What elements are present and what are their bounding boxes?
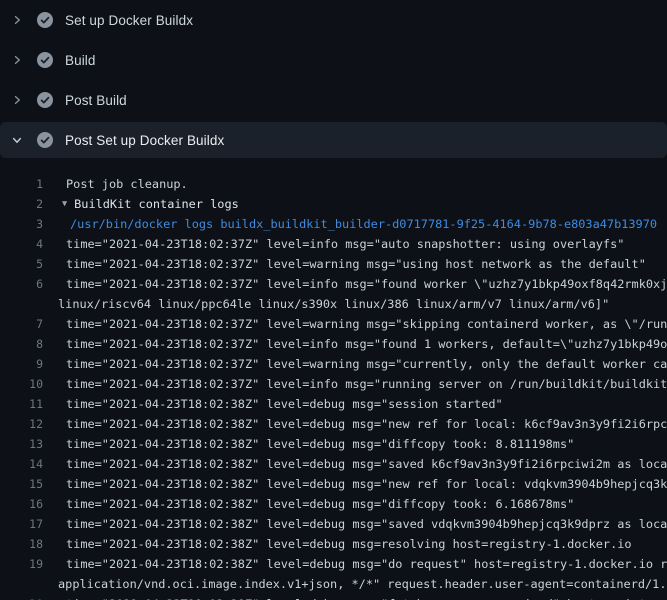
step-build[interactable]: Build [0,42,667,78]
check-circle-icon [37,52,53,68]
log-line: 11 time="2021-04-23T18:02:38Z" level=debu… [0,394,667,414]
log-line: 15 time="2021-04-23T18:02:38Z" level=debu… [0,474,667,494]
log-line: 1 Post job cleanup. [0,174,667,194]
log-text: time="2021-04-23T18:02:37Z" level=info m… [66,377,667,391]
step-post-set-up-docker-buildx[interactable]: Post Set up Docker Buildx [0,122,667,158]
step-title: Set up Docker Buildx [65,13,193,28]
log-text: time="2021-04-23T18:02:38Z" level=debug … [66,457,667,471]
chevron-right-icon [11,54,23,66]
line-number[interactable]: 9 [0,357,43,371]
log-line: 9 time="2021-04-23T18:02:37Z" level=warni… [0,354,667,374]
log-line: 13 time="2021-04-23T18:02:38Z" level=debu… [0,434,667,454]
check-circle-icon [37,92,53,108]
line-number[interactable]: 2 [0,197,43,211]
log-line: application/vnd.oci.image.index.v1+json,… [0,574,667,594]
line-number[interactable]: 10 [0,377,43,391]
line-number[interactable]: 11 [0,397,43,411]
line-number[interactable]: 14 [0,457,43,471]
step-post-build[interactable]: Post Build [0,82,667,118]
log-line: 16 time="2021-04-23T18:02:38Z" level=debu… [0,494,667,514]
line-number[interactable]: 19 [0,557,43,571]
chevron-right-icon [11,14,23,26]
log-text: time="2021-04-23T18:02:37Z" level=warnin… [66,257,646,271]
line-number[interactable]: 1 [0,177,43,191]
check-circle-icon [37,132,53,148]
log-line: 2 ▼ BuildKit container logs [0,194,667,214]
step-title: Post Set up Docker Buildx [65,133,224,148]
line-number[interactable]: 3 [0,217,43,231]
log-line: 7 time="2021-04-23T18:02:37Z" level=warni… [0,314,667,334]
log-text: time="2021-04-23T18:02:38Z" level=debug … [66,557,667,571]
steps-list: Set up Docker Buildx Build Post Build Po… [0,0,667,158]
line-number[interactable]: 13 [0,437,43,451]
log-line: 20time="2021-04-23T18:02:38Z" level=debu… [0,594,667,600]
log-text: time="2021-04-23T18:02:38Z" level=debug … [66,397,503,411]
triangle-down-icon[interactable]: ▼ [62,199,67,209]
check-circle-icon [37,12,53,28]
log-line: 17 time="2021-04-23T18:02:38Z" level=debu… [0,514,667,534]
log-line: 12 time="2021-04-23T18:02:38Z" level=debu… [0,414,667,434]
log-text: time="2021-04-23T18:02:38Z" level=debug … [66,497,574,511]
log-group-title[interactable]: BuildKit container logs [74,197,239,211]
log-text: Post job cleanup. [66,177,188,191]
line-number[interactable]: 6 [0,277,43,291]
line-number[interactable]: 8 [0,337,43,351]
log-text: time="2021-04-23T18:02:37Z" level=info m… [66,337,667,351]
log-line: 10 time="2021-04-23T18:02:37Z" level=info… [0,374,667,394]
log-line: 4 time="2021-04-23T18:02:37Z" level=info … [0,234,667,254]
log-line: linux/riscv64 linux/ppc64le linux/s390x … [0,294,667,314]
log-line: 14 time="2021-04-23T18:02:38Z" level=debu… [0,454,667,474]
log-text: time="2021-04-23T18:02:38Z" level=debug … [66,417,667,431]
log-command-text: /usr/bin/docker logs buildx_buildkit_bui… [70,217,657,231]
log-text: time="2021-04-23T18:02:38Z" level=debug … [66,477,667,491]
log-line: 5 time="2021-04-23T18:02:37Z" level=warni… [0,254,667,274]
log-text: time="2021-04-23T18:02:37Z" level=warnin… [66,317,667,331]
log-text: time="2021-04-23T18:02:37Z" level=info m… [66,277,667,291]
log-text: application/vnd.oci.image.index.v1+json,… [58,577,667,591]
log-line: 18 time="2021-04-23T18:02:38Z" level=debu… [0,534,667,554]
line-number[interactable]: 17 [0,517,43,531]
line-number[interactable]: 5 [0,257,43,271]
log-line: 8 time="2021-04-23T18:02:37Z" level=info … [0,334,667,354]
log-line: 19 time="2021-04-23T18:02:38Z" level=debu… [0,554,667,574]
log-line: 6 time="2021-04-23T18:02:37Z" level=info … [0,274,667,294]
line-number[interactable]: 15 [0,477,43,491]
chevron-down-icon [11,134,23,146]
line-number[interactable]: 4 [0,237,43,251]
step-set-up-docker-buildx[interactable]: Set up Docker Buildx [0,2,667,38]
log-text: time="2021-04-23T18:02:37Z" level=info m… [66,237,624,251]
line-number[interactable]: 7 [0,317,43,331]
log-text: linux/riscv64 linux/ppc64le linux/s390x … [58,297,609,311]
step-title: Post Build [65,93,127,108]
line-number[interactable]: 18 [0,537,43,551]
line-number[interactable]: 16 [0,497,43,511]
log-text: time="2021-04-23T18:02:37Z" level=warnin… [66,357,667,371]
log-text: time="2021-04-23T18:02:38Z" level=debug … [66,437,574,451]
log-text: time="2021-04-23T18:02:38Z" level=debug … [66,517,667,531]
log-viewer: 1 Post job cleanup. 2 ▼ BuildKit container l… [0,162,667,600]
chevron-right-icon [11,94,23,106]
log-line: 3/usr/bin/docker logs buildx_buildkit_bu… [0,214,667,234]
line-number[interactable]: 12 [0,417,43,431]
step-title: Build [65,53,96,68]
log-text: time="2021-04-23T18:02:38Z" level=debug … [66,537,632,551]
